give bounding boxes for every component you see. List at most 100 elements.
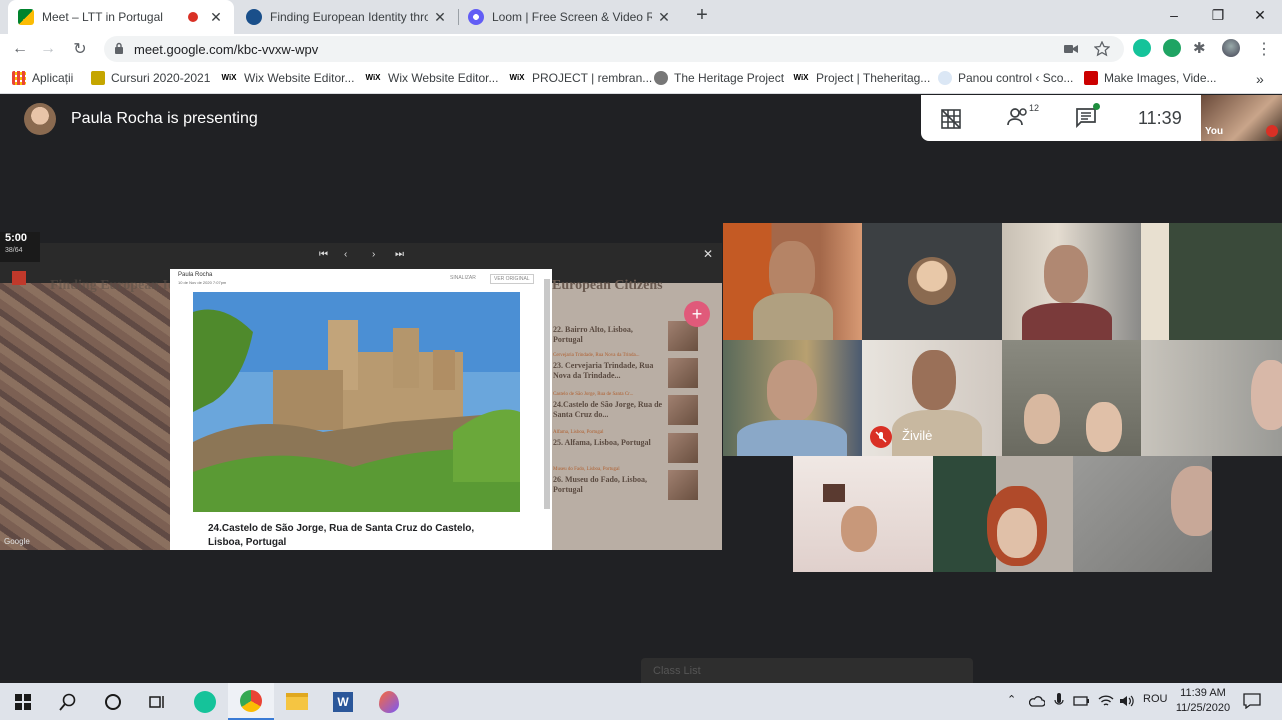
presenter-avatar bbox=[24, 103, 56, 135]
bookmarks-overflow-button[interactable]: » bbox=[1256, 71, 1264, 87]
list-item[interactable]: Castelo de São Jorge, Rua de Santa Cr...… bbox=[553, 390, 663, 420]
list-item[interactable]: Alfama, Lisboa, Portugal 25. Alfama, Lisb… bbox=[553, 428, 663, 448]
bookmark-panou-control[interactable]: Panou control ‹ Sco... bbox=[938, 71, 1073, 85]
participant-tile[interactable] bbox=[1073, 456, 1212, 572]
paint-3d-icon bbox=[379, 690, 399, 713]
search-button[interactable] bbox=[45, 683, 91, 720]
site-icon bbox=[938, 71, 952, 85]
participant-tile[interactable] bbox=[1141, 223, 1282, 340]
bookmarks-bar: Aplicații Cursuri 2020-2021 WiX Wix Webs… bbox=[0, 64, 1282, 94]
extensions-puzzle-icon[interactable]: ✱ bbox=[1193, 39, 1206, 57]
close-tab-icon[interactable]: ✕ bbox=[208, 9, 224, 26]
participant-tile[interactable]: Živilė bbox=[862, 340, 1002, 456]
bookmark-star-icon[interactable] bbox=[1094, 41, 1110, 57]
list-item[interactable]: 22. Bairro Alto, Lisboa, Portugal bbox=[553, 325, 663, 345]
bookmark-wix-2[interactable]: WiX Wix Website Editor... bbox=[364, 71, 498, 85]
tab-title: Meet – LTT in Portugal bbox=[42, 10, 163, 24]
chat-button[interactable] bbox=[1076, 103, 1100, 133]
back-icon[interactable]: ← bbox=[8, 37, 32, 61]
onedrive-icon[interactable] bbox=[1029, 695, 1045, 707]
participants-button[interactable]: 12 bbox=[1007, 103, 1039, 132]
participant-tile[interactable] bbox=[862, 223, 1002, 340]
volume-icon[interactable] bbox=[1119, 694, 1135, 708]
minimize-button[interactable]: – bbox=[1152, 0, 1196, 30]
participants-count: 12 bbox=[1029, 103, 1040, 113]
self-video-tile[interactable]: You bbox=[1201, 95, 1282, 141]
cortana-button[interactable] bbox=[90, 683, 136, 720]
tab-meet[interactable]: Meet – LTT in Portugal ✕ bbox=[8, 0, 234, 34]
tab-loom[interactable]: Loom | Free Screen & Video Reco ✕ bbox=[458, 0, 682, 34]
meet-top-controls: 12 11:39 bbox=[921, 95, 1201, 141]
participant-face bbox=[769, 241, 815, 301]
bookmark-project-theheritage[interactable]: WiX Project | Theheritag... bbox=[792, 71, 930, 85]
start-button[interactable] bbox=[0, 683, 46, 720]
taskbar-word[interactable]: W bbox=[320, 683, 366, 720]
wifi-icon[interactable] bbox=[1098, 694, 1114, 708]
reload-icon[interactable]: ↻ bbox=[68, 37, 92, 61]
wix-icon: WiX bbox=[365, 73, 381, 82]
participant-tile[interactable] bbox=[723, 340, 862, 456]
modal-scrollbar[interactable] bbox=[544, 279, 550, 509]
new-tab-button[interactable]: + bbox=[690, 4, 714, 28]
prev-slide-button[interactable]: ‹ bbox=[344, 249, 347, 260]
list-item[interactable]: Cervejaria Trindade, Rua Nova da Trinda.… bbox=[553, 351, 663, 381]
add-extension-icon[interactable] bbox=[1163, 39, 1181, 57]
participant-tile[interactable] bbox=[793, 456, 933, 572]
system-clock[interactable]: 11:39 AM 11/25/2020 bbox=[1168, 686, 1238, 716]
participant-tile[interactable] bbox=[933, 456, 1073, 572]
participant-tile[interactable] bbox=[723, 223, 862, 340]
wix-icon: WiX bbox=[509, 73, 525, 82]
tray-overflow-icon[interactable]: ⌃ bbox=[1007, 693, 1016, 706]
next-slide-button[interactable]: › bbox=[372, 249, 375, 260]
globe-icon bbox=[246, 9, 262, 25]
input-language[interactable]: ROU bbox=[1143, 693, 1167, 705]
menu-kebab-icon[interactable]: ⋮ bbox=[1256, 39, 1272, 59]
forward-icon[interactable]: → bbox=[36, 37, 60, 61]
participant-tile[interactable] bbox=[1002, 340, 1141, 456]
close-tab-icon[interactable]: ✕ bbox=[656, 9, 672, 26]
class-list-toolbar[interactable]: Class List bbox=[641, 658, 973, 683]
grammarly-extension-icon[interactable] bbox=[1133, 39, 1151, 57]
notifications-icon[interactable] bbox=[1243, 693, 1261, 709]
castle-photo bbox=[193, 292, 520, 512]
view-original-button[interactable]: VER ORIGINAL bbox=[490, 274, 534, 284]
bookmark-apps[interactable]: Aplicații bbox=[12, 71, 73, 85]
bookmark-cursuri[interactable]: Cursuri 2020-2021 bbox=[91, 71, 210, 85]
add-post-icon[interactable]: + bbox=[684, 301, 710, 327]
timer-value: 5:00 bbox=[5, 232, 28, 244]
maximize-button[interactable]: ❐ bbox=[1196, 0, 1240, 30]
battery-icon[interactable] bbox=[1073, 695, 1091, 707]
layout-grid-icon[interactable] bbox=[941, 109, 961, 129]
list-item-subtitle: Cervejaria Trindade, Rua Nova da Trinda.… bbox=[553, 353, 640, 358]
camera-icon[interactable] bbox=[1064, 43, 1078, 55]
list-item[interactable]: Museu do Fado, Lisboa, Portugal 26. Museu… bbox=[553, 465, 663, 495]
bookmark-wix-1[interactable]: WiX Wix Website Editor... bbox=[220, 71, 354, 85]
list-item-title: 23. Cervejaria Trindade, Rua Nova da Tri… bbox=[553, 361, 654, 380]
bookmark-project-rembrandt[interactable]: WiX PROJECT | rembran... bbox=[508, 71, 652, 85]
tab-finding-european-identity[interactable]: Finding European Identity throug ✕ bbox=[236, 0, 458, 34]
close-presentation-button[interactable]: ✕ bbox=[703, 247, 713, 261]
taskbar-file-explorer[interactable] bbox=[274, 683, 320, 720]
flag-button[interactable]: SINALIZAR bbox=[450, 275, 476, 281]
bookmark-heritage-project[interactable]: The Heritage Project bbox=[654, 71, 784, 85]
task-view-button[interactable] bbox=[135, 683, 181, 720]
bookmark-make-images[interactable]: Make Images, Vide... bbox=[1084, 71, 1217, 85]
microphone-icon[interactable] bbox=[1054, 693, 1064, 709]
url-text: meet.google.com/kbc-vvxw-wpv bbox=[134, 42, 319, 57]
address-bar[interactable]: meet.google.com/kbc-vvxw-wpv bbox=[104, 36, 1124, 62]
chat-icon bbox=[1076, 108, 1096, 129]
close-tab-icon[interactable]: ✕ bbox=[432, 9, 448, 26]
profile-avatar-icon[interactable] bbox=[1222, 39, 1240, 57]
taskbar-grammarly[interactable] bbox=[182, 683, 228, 720]
bookmark-label: Cursuri 2020-2021 bbox=[111, 71, 211, 85]
record-stop-icon[interactable] bbox=[12, 271, 26, 285]
participant-tile[interactable] bbox=[1141, 340, 1282, 456]
taskbar-paint3d[interactable] bbox=[366, 683, 412, 720]
taskbar-chrome[interactable] bbox=[228, 683, 274, 720]
participant-tile[interactable] bbox=[1002, 223, 1141, 340]
close-window-button[interactable]: ✕ bbox=[1238, 0, 1282, 30]
last-slide-button[interactable]: ⏭ bbox=[395, 249, 404, 260]
bookmark-label: Make Images, Vide... bbox=[1104, 71, 1217, 85]
first-slide-button[interactable]: ⏮ bbox=[319, 249, 328, 260]
background-title-right: European Citizens bbox=[552, 278, 663, 293]
